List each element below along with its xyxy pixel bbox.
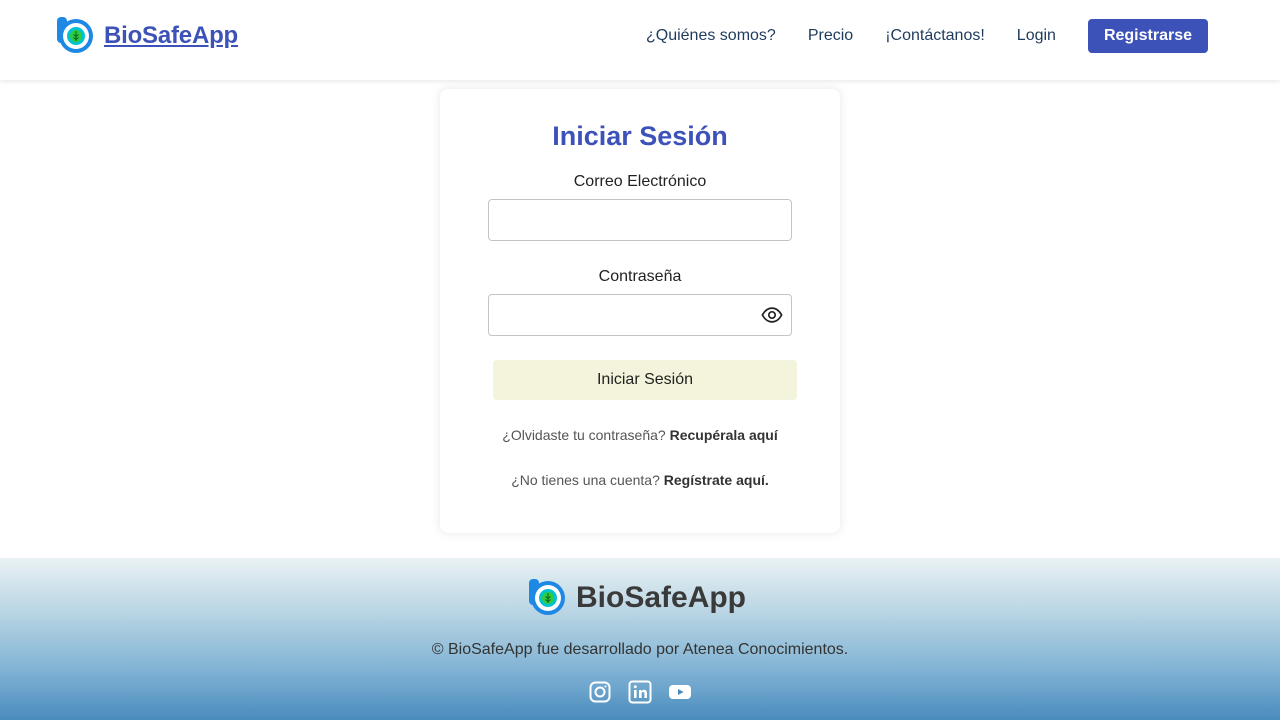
email-input[interactable] (488, 199, 792, 241)
nav-link-contactanos[interactable]: ¡Contáctanos! (885, 19, 985, 53)
linkedin-icon[interactable] (628, 680, 652, 704)
login-title: Iniciar Sesión (552, 121, 728, 151)
youtube-icon[interactable] (668, 680, 692, 704)
no-account-row: ¿No tienes una cuenta? Regístrate aquí. (440, 472, 840, 488)
email-label: Correo Electrónico (573, 173, 707, 190)
forgot-password-text: ¿Olvidaste tu contraseña? (502, 427, 666, 443)
footer-brand: BioSafeApp (529, 579, 746, 617)
password-label: Contraseña (598, 268, 682, 285)
login-card: Iniciar Sesión Correo Electrónico Contra… (440, 89, 840, 533)
recover-password-link[interactable]: Recupérala aquí (670, 427, 778, 443)
footer: BioSafeApp © BioSafeApp fue desarrollado… (0, 558, 1280, 720)
register-button[interactable]: Registrarse (1087, 19, 1208, 53)
social-links (588, 680, 708, 704)
password-input[interactable] (488, 294, 792, 336)
nav-link-login[interactable]: Login (1017, 19, 1056, 53)
brand-link[interactable]: BioSafeApp (57, 17, 238, 55)
brand-name[interactable]: BioSafeApp (104, 22, 238, 50)
biosafeapp-logo-icon (529, 579, 565, 615)
main-nav: ¿Quiénes somos? Precio ¡Contáctanos! Log… (646, 19, 1208, 53)
footer-brand-name: BioSafeApp (576, 581, 747, 614)
show-password-icon[interactable] (761, 304, 783, 326)
biosafeapp-logo-icon (57, 17, 93, 53)
no-account-text: ¿No tienes una cuenta? (511, 472, 660, 488)
login-submit-button[interactable]: Iniciar Sesión (493, 360, 797, 400)
forgot-password-row: ¿Olvidaste tu contraseña? Recupérala aqu… (440, 427, 840, 443)
nav-link-quienes-somos[interactable]: ¿Quiénes somos? (646, 19, 776, 53)
top-navbar: BioSafeApp ¿Quiénes somos? Precio ¡Contá… (0, 0, 1280, 80)
copyright-text: © BioSafeApp fue desarrollado por Atenea… (431, 641, 849, 658)
register-link[interactable]: Regístrate aquí. (664, 472, 769, 488)
nav-link-precio[interactable]: Precio (808, 19, 853, 53)
instagram-icon[interactable] (588, 680, 612, 704)
